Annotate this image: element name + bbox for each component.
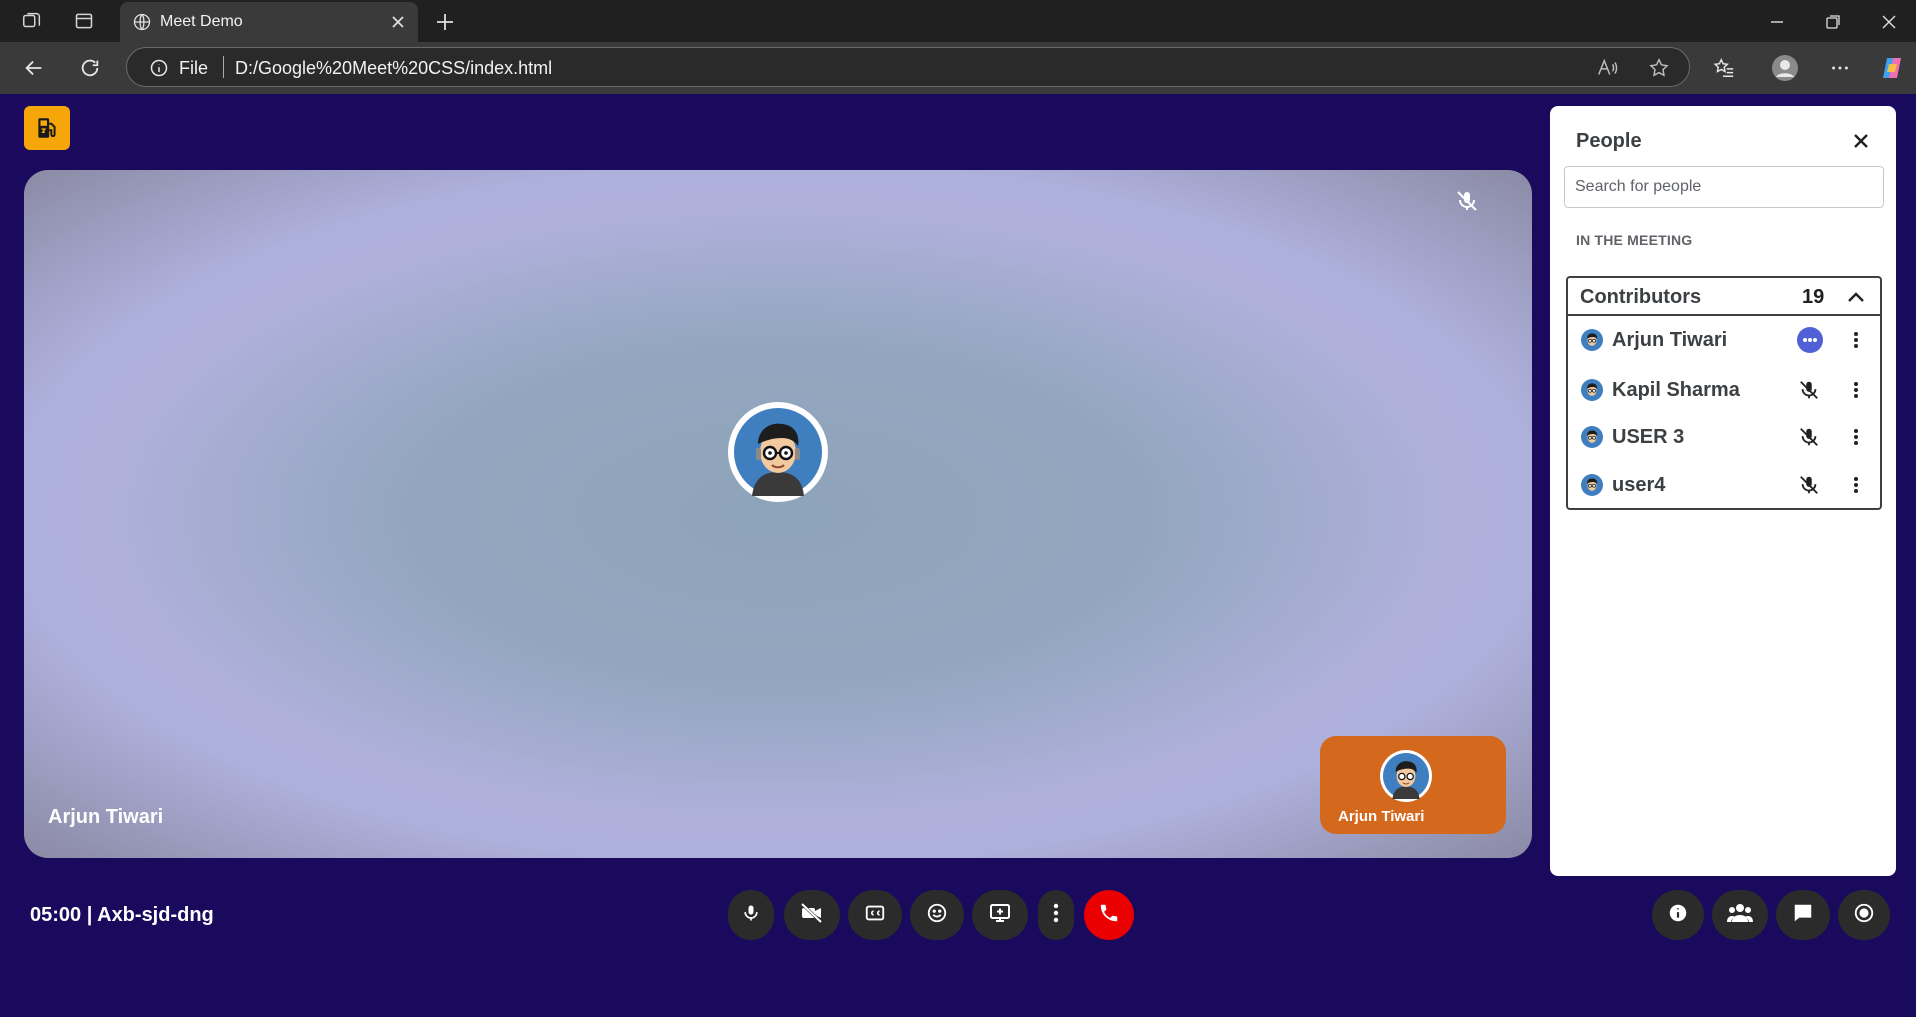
speaking-indicator-icon [1797,327,1823,353]
emoji-icon [926,902,948,929]
mic-off-icon[interactable] [1796,377,1822,403]
phone-end-icon [1098,902,1120,929]
copilot-icon[interactable] [1878,54,1906,82]
avatar [1580,473,1604,497]
more-vertical-icon[interactable] [1844,472,1868,498]
group-count: 19 [1802,286,1825,308]
section-label: IN THE MEETING [1576,232,1693,248]
meeting-time-and-code: 05:00 | Axb-sjd-dng [30,904,214,926]
captions-button[interactable] [848,890,902,940]
browser-tab-meet-demo[interactable]: Meet Demo [120,2,418,42]
present-screen-icon [988,901,1012,930]
minimize-icon[interactable] [1764,9,1790,35]
tab-actions-icon[interactable] [72,9,96,33]
participant-name: USER 3 [1612,426,1685,448]
participant-row[interactable]: USER 3 [1568,415,1880,459]
chevron-up-icon[interactable] [1844,285,1868,309]
closed-captions-icon [864,902,886,929]
panel-title: People [1576,130,1642,152]
contributors-group: Contributors 19 Arjun Tiwari Kapil Sharm… [1566,276,1882,510]
reactions-button[interactable] [910,890,964,940]
camera-button[interactable] [784,890,840,940]
refresh-icon[interactable] [76,54,104,82]
avatar [1580,425,1604,449]
favorites-icon[interactable] [1710,54,1738,82]
more-vertical-icon[interactable] [1844,377,1868,403]
group-name: Contributors [1580,286,1702,308]
people-icon [1727,902,1753,929]
microphone-icon [741,903,761,928]
browser-titlebar: Meet Demo [0,0,1916,42]
search-people-input[interactable] [1564,166,1884,208]
address-separator [223,56,224,78]
mic-off-icon [1454,188,1480,214]
avatar [1380,750,1432,802]
close-icon[interactable] [386,10,410,34]
close-icon[interactable] [1850,130,1872,152]
fuel-pump-icon [24,106,70,150]
people-button[interactable] [1712,890,1768,940]
workspaces-icon[interactable] [20,9,44,33]
more-vertical-icon [1053,903,1059,928]
avatar [728,402,828,502]
chat-button[interactable] [1776,890,1830,940]
info-icon[interactable] [147,56,171,80]
activities-icon [1853,902,1875,929]
activities-button[interactable] [1838,890,1890,940]
back-icon[interactable] [20,54,48,82]
avatar [1580,328,1604,352]
close-window-icon[interactable] [1876,9,1902,35]
participant-name: Arjun Tiwari [1612,329,1728,351]
participant-name: user4 [1612,474,1666,496]
meeting-details-button[interactable] [1652,890,1704,940]
people-panel: People IN THE MEETING Contributors 19 Ar… [1550,106,1896,876]
self-view-tile[interactable]: Arjun Tiwari [1320,736,1506,834]
participant-row[interactable]: user4 [1568,463,1880,507]
chat-icon [1792,902,1814,929]
present-button[interactable] [972,890,1028,940]
address-scheme: File [179,58,209,78]
participant-row[interactable]: Kapil Sharma [1568,368,1880,412]
main-video-stage: Arjun Tiwari [24,170,1532,858]
meeting-app: Arjun Tiwari Arjun Tiwari 05:00 | Axb-sj… [0,94,1916,1017]
favorite-icon[interactable] [1647,56,1671,80]
read-aloud-icon[interactable] [1595,56,1619,80]
address-url[interactable]: D:/Google%20Meet%20CSS/index.html [235,58,552,79]
mic-off-icon[interactable] [1796,472,1822,498]
profile-icon[interactable] [1770,53,1800,83]
more-vertical-icon[interactable] [1844,424,1868,450]
plus-icon[interactable] [432,9,458,35]
contributors-group-header[interactable]: Contributors 19 [1568,278,1880,316]
mic-off-icon[interactable] [1796,424,1822,450]
info-icon [1667,902,1689,929]
address-bar[interactable]: File D:/Google%20Meet%20CSS/index.html [126,47,1690,87]
more-options-button[interactable] [1038,890,1074,940]
avatar [1580,378,1604,402]
microphone-button[interactable] [728,890,774,940]
leave-call-button[interactable] [1084,890,1134,940]
participant-row[interactable]: Arjun Tiwari [1568,318,1880,362]
browser-toolbar: File D:/Google%20Meet%20CSS/index.html [0,42,1916,94]
stage-participant-name: Arjun Tiwari [48,806,164,828]
self-view-name: Arjun Tiwari [1338,808,1425,825]
video-off-icon [800,901,824,930]
more-icon[interactable] [1826,54,1854,82]
participant-name: Kapil Sharma [1612,379,1740,401]
more-vertical-icon[interactable] [1844,327,1868,353]
tab-title: Meet Demo [160,13,243,30]
restore-icon[interactable] [1820,9,1846,35]
globe-icon [130,10,154,34]
